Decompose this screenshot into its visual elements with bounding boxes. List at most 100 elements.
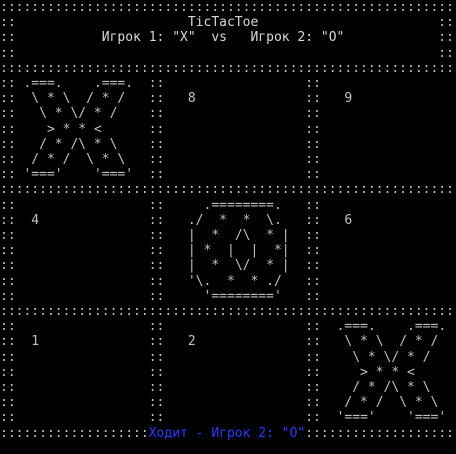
empty-cell-1[interactable] [16, 365, 141, 380]
bottom-border: ::::::::::::::::::: [0, 425, 149, 441]
empty-cell-6[interactable] [329, 228, 454, 243]
empty-cell-8[interactable] [172, 167, 297, 182]
x-mark-cell[interactable]: .===. .===. [16, 76, 141, 91]
o-mark-cell[interactable]: '========' [172, 289, 297, 304]
o-mark-cell[interactable]: ./ * * \. [172, 213, 297, 228]
border-left: :: [0, 197, 16, 213]
col-separator: :: [140, 258, 173, 274]
o-mark-cell[interactable]: | * | | *| [172, 243, 297, 258]
border-left: :: [0, 319, 16, 335]
col-separator: :: [297, 319, 329, 335]
empty-cell-4[interactable] [16, 198, 141, 213]
empty-cell-8[interactable] [172, 152, 297, 167]
col-separator: :: [140, 106, 173, 122]
empty-cell-1[interactable] [16, 319, 141, 334]
x-mark-cell[interactable]: '===' '===' [16, 167, 141, 182]
o-mark-cell[interactable]: '\. * * ./ [172, 274, 297, 289]
top-border: ::::::::::::::::::::::::::::::::::::::::… [0, 0, 454, 15]
empty-cell-2[interactable] [172, 410, 297, 425]
empty-cell-6[interactable] [329, 258, 454, 273]
empty-cell-1[interactable] [16, 395, 141, 410]
x-mark-cell[interactable]: / * /\ * \ [16, 137, 141, 152]
empty-cell-4[interactable] [16, 243, 141, 258]
border-left: :: [0, 258, 16, 274]
empty-cell-9[interactable] [329, 106, 454, 121]
x-mark-cell[interactable]: .===. .===. [329, 319, 454, 334]
border-left: :: [0, 349, 16, 365]
empty-cell-2[interactable] [172, 350, 297, 365]
empty-cell-8[interactable] [172, 137, 297, 152]
empty-cell-6[interactable] [329, 198, 454, 213]
empty-cell-4[interactable] [16, 274, 141, 289]
empty-cell-4[interactable] [16, 228, 141, 243]
empty-cell-9[interactable] [329, 137, 454, 152]
empty-cell-6[interactable] [329, 289, 454, 304]
bottom-border: ::::::::::::::::::: [305, 425, 454, 441]
empty-cell-6[interactable] [329, 274, 454, 289]
x-mark-cell[interactable]: / * /\ * \ [329, 380, 454, 395]
x-mark-cell[interactable]: / * / \ * \ [329, 395, 454, 410]
empty-cell-2[interactable] [172, 319, 297, 334]
empty-cell-4[interactable]: 4 [16, 213, 141, 228]
empty-cell-8[interactable] [172, 76, 297, 91]
empty-cell-1[interactable] [16, 380, 141, 395]
x-mark-cell[interactable]: \ * \ / * / [16, 91, 141, 106]
empty-cell-2[interactable]: 2 [172, 334, 297, 349]
empty-cell-9[interactable] [329, 76, 454, 91]
border-left: :: [0, 45, 16, 61]
empty-cell-6[interactable] [329, 243, 454, 258]
col-separator: :: [297, 273, 329, 289]
border-right: :: [438, 45, 454, 61]
empty-cell-1[interactable] [16, 350, 141, 365]
col-separator: :: [140, 76, 173, 92]
empty-cell-8[interactable] [172, 106, 297, 121]
empty-cell-4[interactable] [16, 258, 141, 273]
col-separator: :: [140, 91, 173, 107]
border-right: :: [430, 15, 454, 31]
col-separator: :: [297, 121, 329, 137]
border-left: :: [0, 30, 24, 46]
col-separator: :: [140, 364, 173, 380]
x-mark-cell[interactable]: \ * \/ * / [16, 106, 141, 121]
x-mark-cell[interactable]: \ * \/ * / [329, 350, 454, 365]
col-separator: :: [297, 334, 329, 350]
col-separator: :: [297, 197, 329, 213]
o-mark-cell[interactable]: .========. [172, 198, 297, 213]
empty-cell-8[interactable]: 8 [172, 91, 297, 106]
o-mark-cell[interactable]: | * \/ * | [172, 258, 297, 273]
x-mark-cell[interactable]: > * * < [329, 365, 454, 380]
o-mark-cell[interactable]: | * /\ * | [172, 228, 297, 243]
empty-cell-4[interactable] [16, 289, 141, 304]
col-separator: :: [297, 258, 329, 274]
empty-cell-2[interactable] [172, 365, 297, 380]
x-mark-cell[interactable]: / * / \ * \ [16, 152, 141, 167]
empty-cell-9[interactable] [329, 167, 454, 182]
border-left: :: [0, 91, 16, 107]
border-left: :: [0, 152, 16, 168]
empty-cell-1[interactable]: 1 [16, 334, 141, 349]
empty-cell-2[interactable] [172, 380, 297, 395]
empty-cell-6[interactable]: 6 [329, 213, 454, 228]
x-mark-cell[interactable]: > * * < [16, 122, 141, 137]
border-left: :: [0, 410, 16, 426]
col-separator: :: [140, 319, 173, 335]
empty-cell-9[interactable] [329, 122, 454, 137]
empty-cell-9[interactable]: 9 [329, 91, 454, 106]
border-left: :: [0, 167, 16, 183]
col-separator: :: [140, 228, 173, 244]
col-separator: :: [297, 364, 329, 380]
col-separator: :: [140, 152, 173, 168]
empty-cell-2[interactable] [172, 395, 297, 410]
border-left: :: [0, 121, 16, 137]
x-mark-cell[interactable]: '===' '===' [329, 410, 454, 425]
empty-cell-8[interactable] [172, 122, 297, 137]
empty-cell-1[interactable] [16, 410, 141, 425]
col-separator: :: [297, 76, 329, 92]
x-mark-cell[interactable]: \ * \ / * / [329, 334, 454, 349]
border-right: :: [430, 30, 454, 46]
empty-cell-9[interactable] [329, 152, 454, 167]
col-separator: :: [297, 136, 329, 152]
border-left: :: [0, 395, 16, 411]
border-left: :: [0, 380, 16, 396]
col-separator: :: [297, 167, 329, 183]
